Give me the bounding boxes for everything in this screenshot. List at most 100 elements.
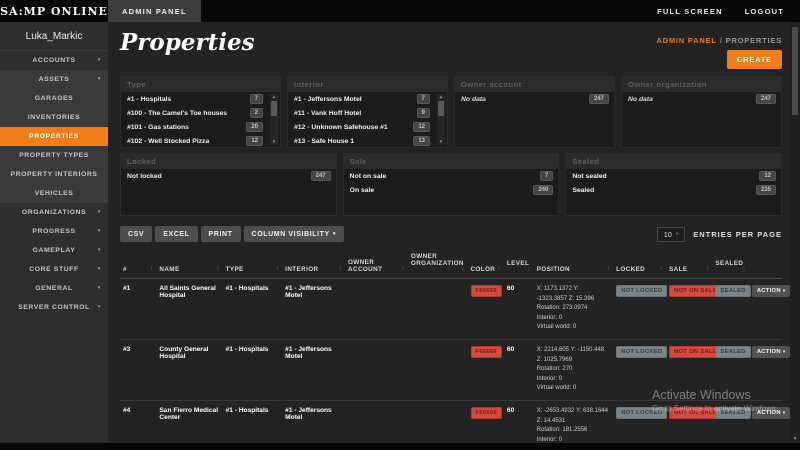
sidebar-item-inventories[interactable]: INVENTORIES (0, 108, 108, 127)
breadcrumb-separator: / (720, 36, 723, 45)
logout-button[interactable]: LOGOUT (745, 7, 784, 16)
chevron-down-icon: ▾ (98, 266, 101, 272)
filter-option[interactable]: #1 - Hospitals7 (121, 92, 268, 106)
scrollbar-down-icon[interactable]: ▼ (270, 139, 278, 145)
cell-action: ACTION▾ (749, 279, 782, 340)
scrollbar-up-icon[interactable]: ▲ (270, 94, 278, 100)
sidebar-item-vehicles[interactable]: VEHICLES (0, 184, 108, 203)
scrollbar-down-icon[interactable]: ▼ (790, 436, 800, 442)
filter-option[interactable]: #13 - Safe House 113 (288, 134, 435, 147)
cell-sealed: SEALED (712, 279, 748, 340)
cell-interior: #1 - Jeffersons Motel (282, 279, 345, 340)
sidebar-item-property-interiors[interactable]: PROPERTY INTERIORS (0, 165, 108, 184)
sidebar-item-label: PROPERTY TYPES (19, 152, 89, 159)
page-scrollbar[interactable]: ▼ (790, 22, 800, 443)
sidebar-item-label: SERVER CONTROL (18, 304, 90, 311)
column-header-label: INTERIOR (285, 266, 318, 273)
sidebar-item-gameplay[interactable]: GAMEPLAY▾ (0, 241, 108, 260)
action-button[interactable]: ACTION▾ (752, 285, 790, 297)
column-header-name[interactable]: NAME↕ (156, 250, 222, 279)
sidebar-item-property-types[interactable]: PROPERTY TYPES (0, 146, 108, 165)
entries-per-page-select[interactable]: 10 ▾ (657, 227, 686, 242)
scrollbar-up-icon[interactable]: ▲ (437, 94, 445, 100)
sidebar-item-label: ACCOUNTS (32, 57, 75, 64)
sidebar-item-server-control[interactable]: SERVER CONTROL▾ (0, 298, 108, 317)
column-header-locked[interactable]: LOCKED↕ (613, 250, 666, 279)
breadcrumb-current: PROPERTIES (726, 36, 782, 45)
filter-option[interactable]: Not sealed12 (566, 169, 781, 183)
filter-option-count: 7 (540, 171, 553, 181)
filter-option[interactable]: Not on sale 7 (344, 169, 559, 183)
sidebar-item-progress[interactable]: PROGRESS▾ (0, 222, 108, 241)
column-header-sale[interactable]: SALE↕ (666, 250, 712, 279)
column-header-label: TYPE (226, 266, 244, 273)
sidebar-item-organizations[interactable]: ORGANIZATIONS▾ (0, 203, 108, 222)
column-header-color[interactable]: COLOR↕ (468, 250, 504, 279)
scrollbar-down-icon[interactable]: ▼ (437, 139, 445, 145)
action-button[interactable]: ACTION▾ (752, 407, 790, 419)
filter-option[interactable]: On sale240 (344, 183, 559, 197)
print-button[interactable]: PRINT (201, 226, 241, 242)
excel-button[interactable]: EXCEL (155, 226, 197, 242)
cell-owner-account (345, 400, 408, 443)
filter-option[interactable]: #102 - Well Stocked Pizza12 (121, 134, 268, 147)
column-header-position[interactable]: POSITION↕ (534, 250, 613, 279)
admin-panel-tab[interactable]: ADMIN PANEL (108, 0, 201, 22)
cell-sealed: SEALED (712, 339, 748, 400)
column-header-interior[interactable]: INTERIOR↕ (282, 250, 345, 279)
column-header-owner-account[interactable]: OWNER ACCOUNT↕ (345, 250, 408, 279)
filter-option[interactable]: No data247 (455, 92, 614, 106)
csv-button[interactable]: CSV (120, 226, 152, 242)
column-header-level[interactable]: LEVEL↕ (504, 250, 534, 279)
filter-option-count: 9 (417, 108, 430, 118)
column-visibility-button[interactable]: COLUMN VISIBILITY ▾ (244, 226, 344, 242)
sort-icon: ↕ (276, 266, 279, 272)
filter-option[interactable]: Sealed235 (566, 183, 781, 197)
column-header--[interactable]: #↕ (120, 250, 156, 279)
filter-panel-title: Locked (120, 153, 337, 169)
cell-color: F66666 (468, 279, 504, 340)
filter-option[interactable]: #11 - Vank Hoff Hotel9 (288, 106, 435, 120)
sidebar-item-core-stuff[interactable]: CORE STUFF▾ (0, 260, 108, 279)
breadcrumb-admin-panel[interactable]: ADMIN PANEL (656, 36, 716, 45)
cell-level: 60 (504, 339, 534, 400)
column-header-owner-organization[interactable]: OWNER ORGANIZATION↕ (408, 250, 468, 279)
filter-option-count: 20 (246, 122, 263, 132)
scrollbar-thumb[interactable] (792, 27, 798, 115)
sidebar-item-properties[interactable]: PROPERTIES (0, 127, 108, 146)
sidebar-item-garages[interactable]: GARAGES (0, 89, 108, 108)
filter-option[interactable]: #101 - Gas stations20 (121, 120, 268, 134)
filter-panel-title: Interior (287, 76, 448, 92)
entries-per-page-value: 10 (664, 230, 672, 239)
filter-option[interactable]: No data247 (622, 92, 781, 106)
sidebar-item-accounts[interactable]: ACCOUNTS▾ (0, 51, 108, 70)
column-header-sealed[interactable]: SEALED↕ (712, 250, 748, 279)
action-button[interactable]: ACTION▾ (752, 346, 790, 358)
filter-option[interactable]: #100 - The Camel's Toe houses2 (121, 106, 268, 120)
fullscreen-button[interactable]: FULL SCREEN (657, 7, 723, 16)
position-virtual-world: Virtual world: 0 (537, 384, 610, 394)
chevron-down-icon: ▾ (98, 228, 101, 234)
filter-option[interactable]: Not locked247 (121, 169, 336, 183)
filter-option-label: Not on sale (350, 173, 387, 180)
column-header-type[interactable]: TYPE ↕ (223, 250, 283, 279)
cell-name: County General Hospital (156, 339, 222, 400)
locked-badge: NOT LOCKED (616, 285, 667, 297)
create-button[interactable]: CREATE (727, 50, 782, 69)
cell-type: #1 - Hospitals (223, 339, 283, 400)
cell-position: X: 2214.605 Y: -1150.448 Z: 1025.7969Rot… (534, 339, 613, 400)
scrollbar-thumb[interactable] (438, 101, 444, 116)
list-scrollbar[interactable]: ▲▼ (437, 94, 445, 145)
filter-option[interactable]: #1 - Jeffersons Motel7 (288, 92, 435, 106)
filter-option[interactable]: #12 - Unknown Safehouse #112 (288, 120, 435, 134)
list-scrollbar[interactable]: ▲▼ (270, 94, 278, 145)
sidebar-item-assets[interactable]: ASSETS▾ (0, 70, 108, 89)
locked-badge: NOT LOCKED (616, 407, 667, 419)
sidebar-item-general[interactable]: GENERAL▾ (0, 279, 108, 298)
app-logo[interactable]: SA:MP ONLINE (0, 0, 108, 22)
position-rotation: Rotation: 181.2556 (537, 426, 610, 436)
color-badge: F66666 (471, 407, 502, 419)
table-row: #3County General Hospital#1 - Hospitals#… (120, 339, 782, 400)
cell-id: #3 (120, 339, 156, 400)
scrollbar-thumb[interactable] (271, 101, 277, 116)
